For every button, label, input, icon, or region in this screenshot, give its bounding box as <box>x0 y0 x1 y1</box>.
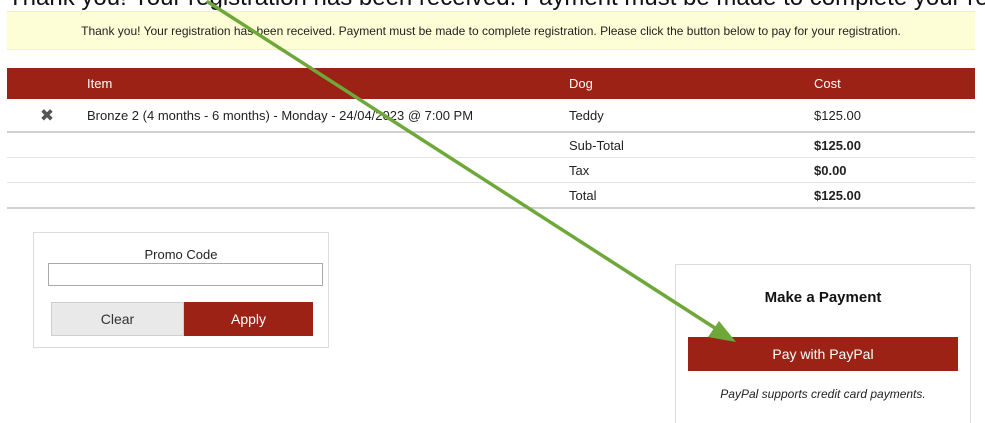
tax-label: Tax <box>569 157 814 183</box>
item-cell: Bronze 2 (4 months - 6 months) - Monday … <box>87 99 569 133</box>
total-value: $125.00 <box>814 182 975 209</box>
tax-value: $0.00 <box>814 157 975 183</box>
header-remove <box>7 68 87 99</box>
clear-button[interactable]: Clear <box>51 302 184 336</box>
pay-with-paypal-button[interactable]: Pay with PayPal <box>688 337 958 371</box>
payment-title: Make a Payment <box>764 289 882 306</box>
promo-code-input[interactable] <box>48 263 323 286</box>
subtotal-label: Sub-Total <box>569 132 814 158</box>
paypal-note: PayPal supports credit card payments. <box>720 387 926 401</box>
payment-panel: Make a Payment Pay with PayPal PayPal su… <box>675 264 971 423</box>
dog-cell: Teddy <box>569 99 814 133</box>
apply-button[interactable]: Apply <box>184 302 313 336</box>
cart-table: Item Dog Cost ✖ Bronze 2 (4 months - 6 m… <box>7 68 975 209</box>
promo-code-panel: Promo Code Clear Apply <box>33 232 329 348</box>
header-cost: Cost <box>814 68 975 99</box>
subtotal-row: Sub-Total $125.00 <box>7 132 975 158</box>
cart-header-row: Item Dog Cost <box>7 68 975 99</box>
total-row: Total $125.00 <box>7 182 975 209</box>
promo-code-label: Promo Code <box>144 247 218 262</box>
header-dog: Dog <box>569 68 814 99</box>
header-item: Item <box>87 68 569 99</box>
cost-cell: $125.00 <box>814 99 975 133</box>
remove-cell: ✖ <box>7 99 87 133</box>
remove-icon[interactable]: ✖ <box>40 107 54 124</box>
subtotal-value: $125.00 <box>814 132 975 158</box>
registration-notice: Thank you! Your registration has been re… <box>7 11 975 50</box>
tax-row: Tax $0.00 <box>7 157 975 183</box>
total-label: Total <box>569 182 814 209</box>
table-row: ✖ Bronze 2 (4 months - 6 months) - Monda… <box>7 99 975 133</box>
